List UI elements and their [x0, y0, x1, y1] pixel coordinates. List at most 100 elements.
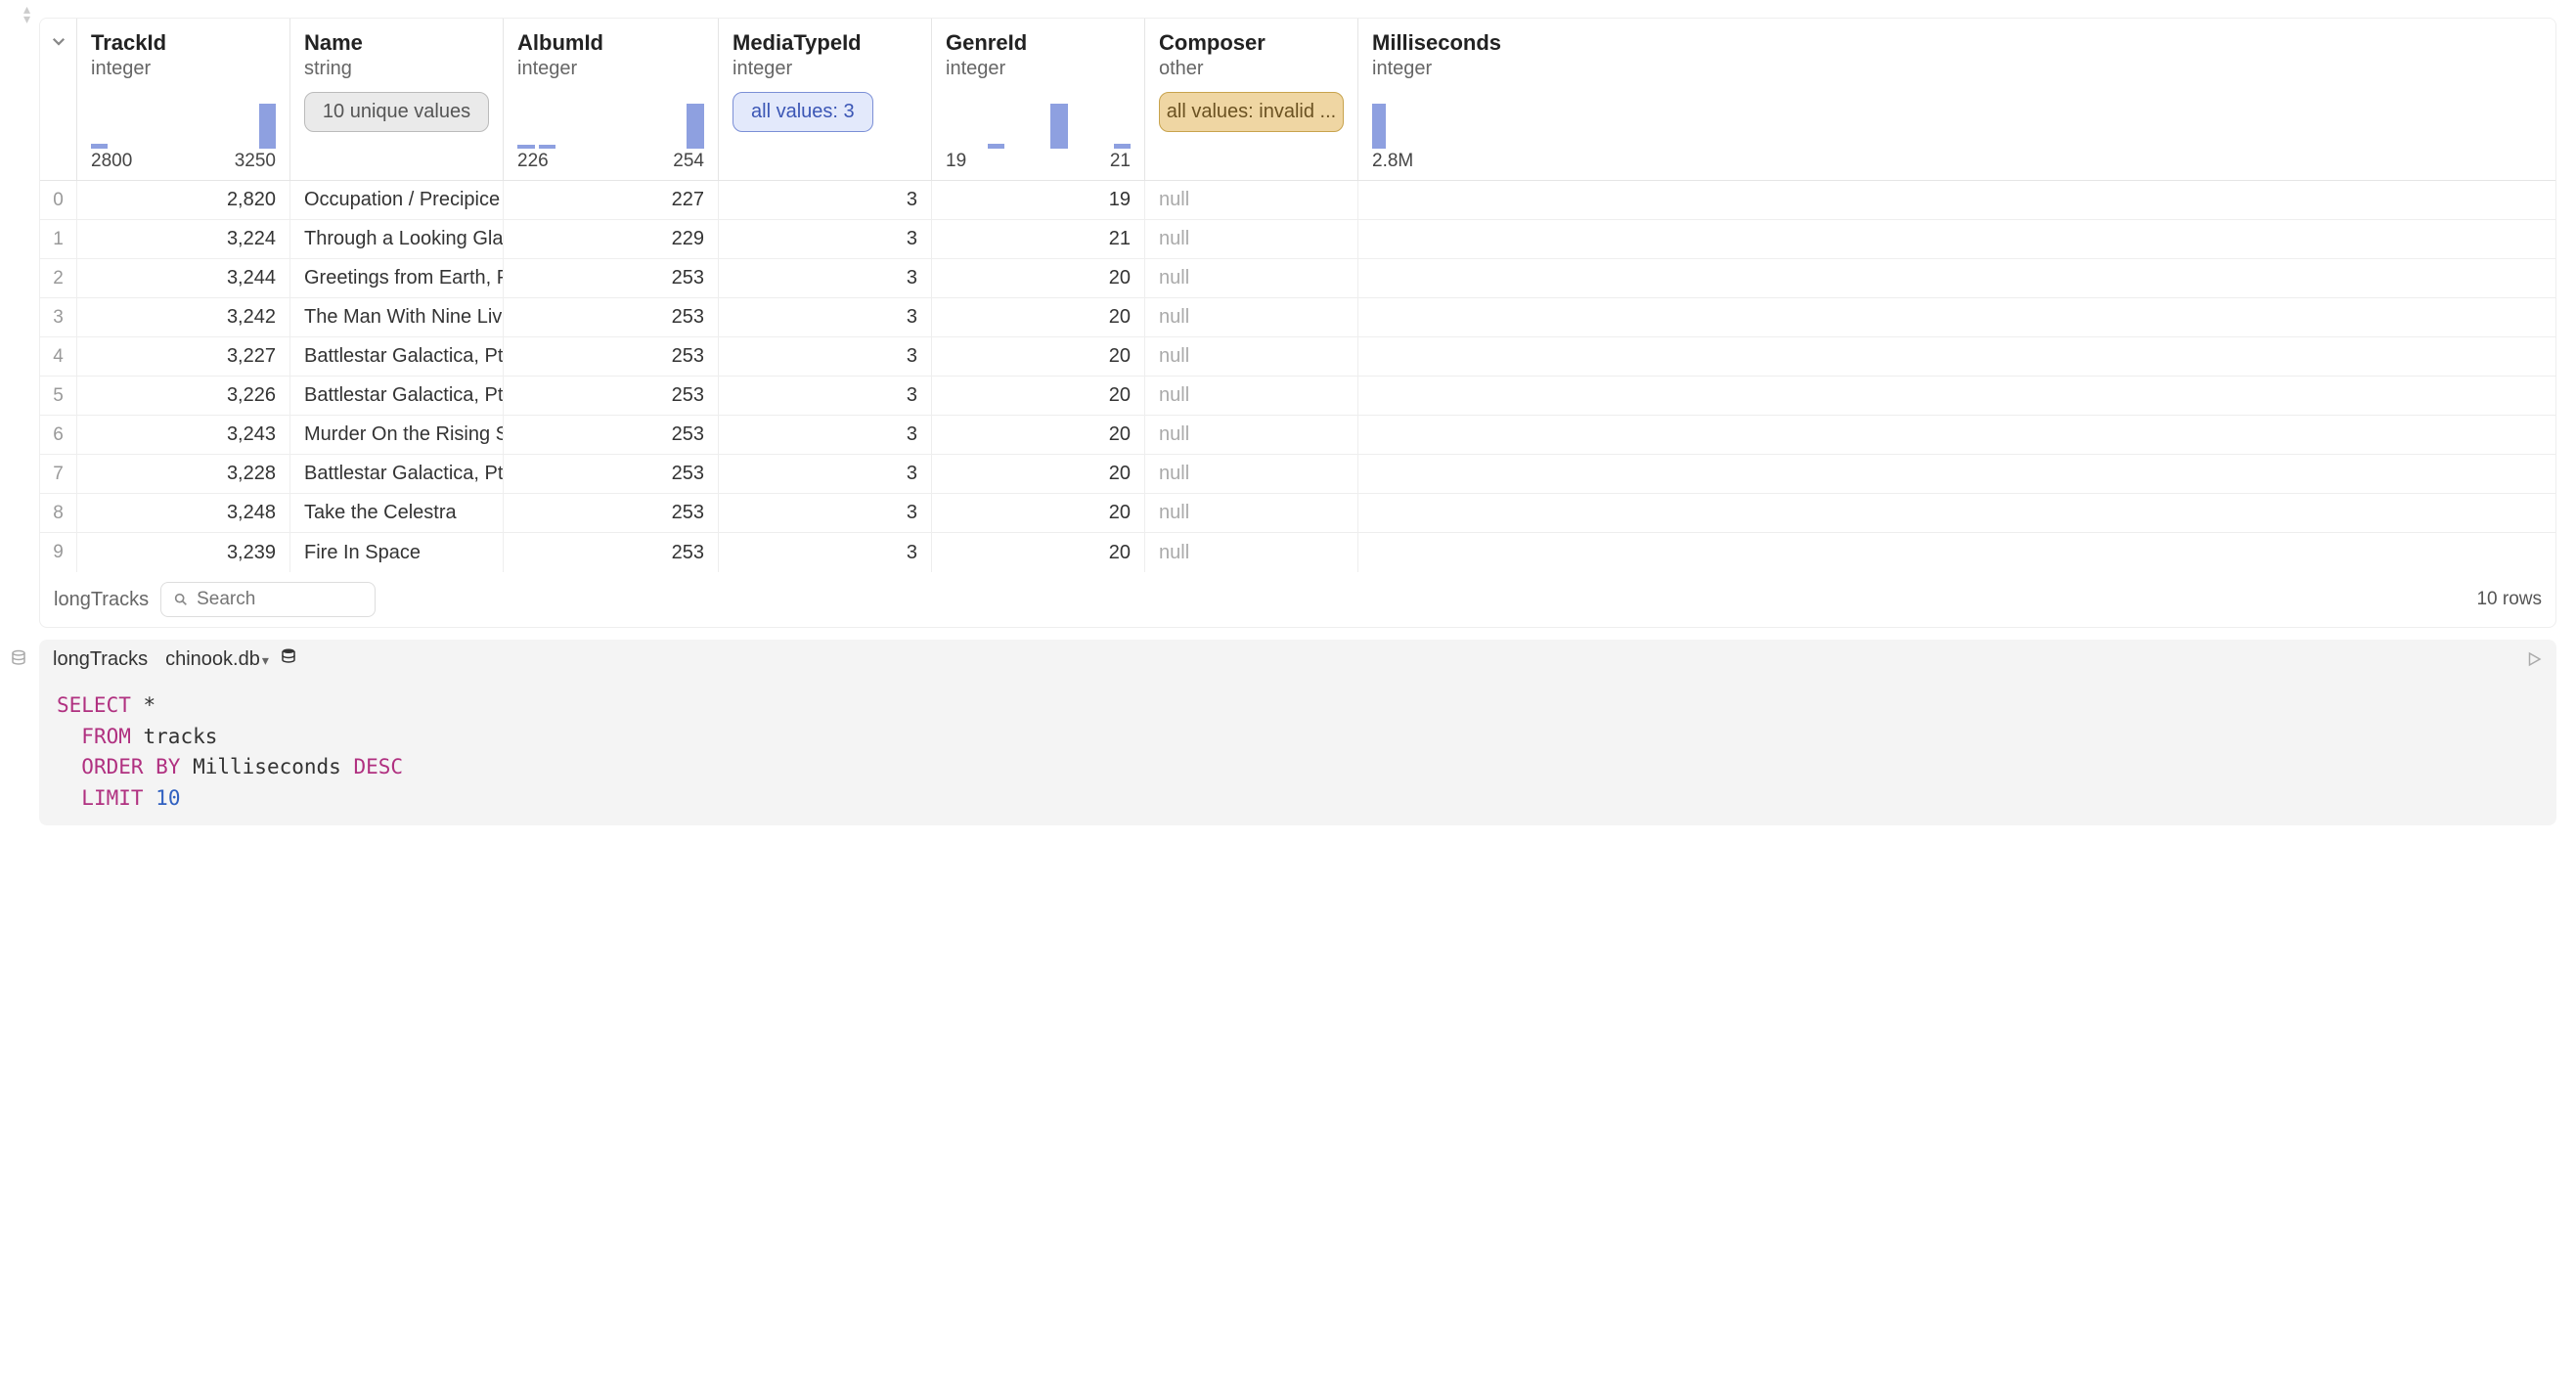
cell-mediatypeid[interactable]: 3: [719, 220, 932, 258]
cell-milliseconds[interactable]: [1358, 377, 1454, 415]
cell-trackid[interactable]: 2,820: [77, 181, 290, 219]
cell-mediatypeid[interactable]: 3: [719, 259, 932, 297]
cell-trackid[interactable]: 3,248: [77, 494, 290, 532]
cell-albumid[interactable]: 227: [504, 181, 719, 219]
column-header-mediatypeid[interactable]: MediaTypeIdintegerall values: 3: [719, 19, 932, 180]
cell-composer[interactable]: null: [1145, 298, 1358, 336]
cell-name[interactable]: Through a Looking Glas: [290, 220, 504, 258]
expand-toggle[interactable]: [40, 19, 77, 180]
cell-genreid[interactable]: 20: [932, 298, 1145, 336]
cell-albumid[interactable]: 253: [504, 377, 719, 415]
cell-mediatypeid[interactable]: 3: [719, 533, 932, 572]
cell-milliseconds[interactable]: [1358, 337, 1454, 376]
search-input[interactable]: [197, 589, 363, 610]
cell-composer[interactable]: null: [1145, 494, 1358, 532]
cell-albumid[interactable]: 253: [504, 533, 719, 572]
cell-albumid[interactable]: 253: [504, 455, 719, 493]
summary-pill[interactable]: 10 unique values: [304, 92, 489, 132]
cell-mediatypeid[interactable]: 3: [719, 494, 932, 532]
cell-milliseconds[interactable]: [1358, 533, 1454, 572]
cell-composer[interactable]: null: [1145, 337, 1358, 376]
cell-milliseconds[interactable]: [1358, 220, 1454, 258]
cell-genreid[interactable]: 20: [932, 337, 1145, 376]
cell-name[interactable]: Greetings from Earth, P: [290, 259, 504, 297]
cell-albumid[interactable]: 253: [504, 298, 719, 336]
cell-mediatypeid[interactable]: 3: [719, 181, 932, 219]
column-header-name[interactable]: Namestring10 unique values: [290, 19, 504, 180]
cell-composer[interactable]: null: [1145, 220, 1358, 258]
sql-code-editor[interactable]: SELECT * FROM tracks ORDER BY Millisecon…: [39, 679, 2556, 825]
table-row[interactable]: 73,228Battlestar Galactica, Pt.253320nul…: [40, 455, 2555, 494]
table-row[interactable]: 63,243Murder On the Rising St253320null: [40, 416, 2555, 455]
cell-genreid[interactable]: 21: [932, 220, 1145, 258]
cell-mediatypeid[interactable]: 3: [719, 337, 932, 376]
cell-trackid[interactable]: 3,242: [77, 298, 290, 336]
cell-composer[interactable]: null: [1145, 259, 1358, 297]
cell-albumid[interactable]: 253: [504, 416, 719, 454]
cell-genreid[interactable]: 20: [932, 494, 1145, 532]
cell-trackid[interactable]: 3,227: [77, 337, 290, 376]
database-selector[interactable]: chinook.db ▾: [165, 647, 297, 671]
gutter-collapse-icon[interactable]: ▴▾: [23, 4, 30, 23]
cell-name[interactable]: Occupation / Precipice: [290, 181, 504, 219]
cell-milliseconds[interactable]: [1358, 494, 1454, 532]
table-row[interactable]: 93,239Fire In Space253320null: [40, 533, 2555, 572]
table-row[interactable]: 33,242The Man With Nine Live253320null: [40, 298, 2555, 337]
cell-milliseconds[interactable]: [1358, 181, 1454, 219]
histogram[interactable]: [517, 104, 704, 149]
cell-name[interactable]: Battlestar Galactica, Pt.: [290, 455, 504, 493]
cell-name[interactable]: The Man With Nine Live: [290, 298, 504, 336]
run-icon[interactable]: [2525, 650, 2543, 668]
column-header-albumid[interactable]: AlbumIdinteger226254: [504, 19, 719, 180]
cell-albumid[interactable]: 253: [504, 494, 719, 532]
cell-name[interactable]: Battlestar Galactica, Pt.: [290, 377, 504, 415]
cell-trackid[interactable]: 3,224: [77, 220, 290, 258]
cell-trackid[interactable]: 3,226: [77, 377, 290, 415]
cell-genreid[interactable]: 20: [932, 416, 1145, 454]
column-header-genreid[interactable]: GenreIdinteger1921: [932, 19, 1145, 180]
column-header-composer[interactable]: Composerotherall values: invalid ...: [1145, 19, 1358, 180]
column-header-milliseconds[interactable]: Millisecondsinteger2.8M: [1358, 19, 1454, 180]
cell-mediatypeid[interactable]: 3: [719, 455, 932, 493]
cell-trackid[interactable]: 3,244: [77, 259, 290, 297]
search-input-container[interactable]: [160, 582, 376, 617]
cell-genreid[interactable]: 20: [932, 455, 1145, 493]
cell-albumid[interactable]: 253: [504, 337, 719, 376]
cell-name[interactable]: Fire In Space: [290, 533, 504, 572]
cell-genreid[interactable]: 20: [932, 259, 1145, 297]
summary-pill[interactable]: all values: invalid ...: [1159, 92, 1344, 132]
cell-composer[interactable]: null: [1145, 455, 1358, 493]
cell-genreid[interactable]: 20: [932, 377, 1145, 415]
cell-name[interactable]: Take the Celestra: [290, 494, 504, 532]
cell-genreid[interactable]: 20: [932, 533, 1145, 572]
cell-composer[interactable]: null: [1145, 416, 1358, 454]
cell-composer[interactable]: null: [1145, 181, 1358, 219]
cell-milliseconds[interactable]: [1358, 455, 1454, 493]
cell-name[interactable]: Murder On the Rising St: [290, 416, 504, 454]
table-row[interactable]: 83,248Take the Celestra253320null: [40, 494, 2555, 533]
cell-albumid[interactable]: 253: [504, 259, 719, 297]
cell-mediatypeid[interactable]: 3: [719, 377, 932, 415]
cell-composer[interactable]: null: [1145, 533, 1358, 572]
table-row[interactable]: 13,224Through a Looking Glas229321null: [40, 220, 2555, 259]
histogram[interactable]: [946, 104, 1131, 149]
cell-milliseconds[interactable]: [1358, 259, 1454, 297]
table-row[interactable]: 53,226Battlestar Galactica, Pt.253320nul…: [40, 377, 2555, 416]
cell-name[interactable]: Battlestar Galactica, Pt.: [290, 337, 504, 376]
cell-trackid[interactable]: 3,239: [77, 533, 290, 572]
cell-trackid[interactable]: 3,228: [77, 455, 290, 493]
cell-trackid[interactable]: 3,243: [77, 416, 290, 454]
cell-milliseconds[interactable]: [1358, 298, 1454, 336]
histogram[interactable]: [1372, 104, 1441, 149]
cell-composer[interactable]: null: [1145, 377, 1358, 415]
cell-genreid[interactable]: 19: [932, 181, 1145, 219]
cell-mediatypeid[interactable]: 3: [719, 298, 932, 336]
table-row[interactable]: 02,820Occupation / Precipice227319null: [40, 181, 2555, 220]
cell-mediatypeid[interactable]: 3: [719, 416, 932, 454]
table-row[interactable]: 23,244Greetings from Earth, P253320null: [40, 259, 2555, 298]
column-header-trackid[interactable]: TrackIdinteger28003250: [77, 19, 290, 180]
cell-albumid[interactable]: 229: [504, 220, 719, 258]
summary-pill[interactable]: all values: 3: [733, 92, 873, 132]
histogram[interactable]: [91, 104, 276, 149]
table-row[interactable]: 43,227Battlestar Galactica, Pt.253320nul…: [40, 337, 2555, 377]
